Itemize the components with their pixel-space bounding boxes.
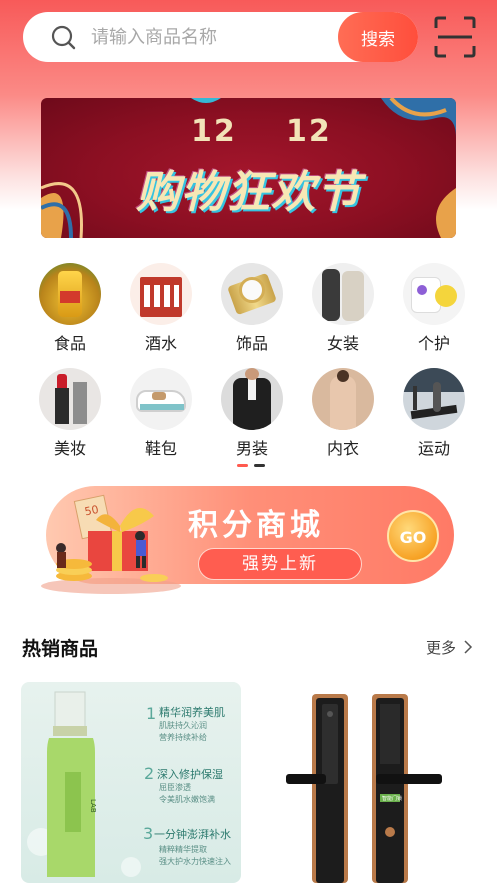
category-label: 运动 [417,439,450,458]
more-label: 更多 [426,639,457,657]
category-label: 酒水 [144,334,177,353]
category-shoes-bags[interactable]: 鞋包 [121,368,201,459]
product-card-smart-lock[interactable]: 智能门锁 [256,682,477,883]
product-line-sub: 精粹精华提取 [159,845,207,854]
category-label: 饰品 [235,334,268,353]
product-line-sub: 屈臣渗透 [159,783,191,792]
search-icon [51,25,76,50]
gift-box-illustration: 50 [41,494,181,594]
category-accessories[interactable]: 饰品 [212,263,292,354]
pager-dot-active[interactable] [237,464,248,467]
search-button[interactable]: 搜索 [338,12,418,62]
product-line-sub: 营养持续补给 [159,733,207,742]
product-line-sub: 强大护水力快速注入 [159,857,231,866]
category-liquor[interactable]: 酒水 [121,263,201,354]
womens-clothing-thumbnail [312,263,374,325]
product-line-number: 2 [144,764,155,783]
banner-number-left: 12 [191,114,237,149]
promo-banner[interactable]: 12 12 购物狂欢节 [41,98,456,238]
search-input[interactable] [91,12,331,62]
category-label: 女装 [326,334,359,353]
lock-badge: 智能门锁 [382,795,402,802]
product-line-title: 一分钟澎湃补水 [154,828,231,841]
points-mall-subtitle: 强势上新 [198,548,362,580]
go-button[interactable]: GO [387,510,439,562]
product-card-serum[interactable]: LAB 1 精华润养美肌 肌肤持久沁润 营养持续补给 2 深入修护保湿 屈臣渗透… [21,682,241,883]
banner-title: 购物狂欢节 [136,167,361,218]
product-line-sub: 令美肌水嫩饱满 [159,795,215,804]
hot-products-title: 热销商品 [22,638,99,660]
points-mall-banner[interactable]: 50 积分商城 强势上新 GO [40,486,454,596]
category-label: 食品 [53,334,86,353]
category-label: 内衣 [326,439,359,458]
category-label: 个护 [417,334,450,353]
shoes-thumbnail [130,368,192,430]
underwear-thumbnail [312,368,374,430]
category-underwear[interactable]: 内衣 [303,368,383,459]
scan-icon[interactable] [434,16,476,58]
pager-dot[interactable] [254,464,265,467]
category-personal-care[interactable]: 个护 [394,263,474,354]
mens-clothing-thumbnail [221,368,283,430]
lipstick-thumbnail [39,368,101,430]
liquor-thumbnail [130,263,192,325]
category-label: 美妆 [53,439,86,458]
more-link[interactable]: 更多 [426,637,473,658]
category-label: 男装 [235,439,268,458]
category-pager [237,464,265,467]
product-line-title: 精华润养美肌 [159,706,225,719]
product-line-number: 1 [146,704,157,723]
category-makeup[interactable]: 美妆 [30,368,110,459]
product-line-sub: 肌肤持久沁润 [159,721,207,730]
category-mens-clothing[interactable]: 男装 [212,368,292,459]
category-womens-clothing[interactable]: 女装 [303,263,383,354]
food-thumbnail [39,263,101,325]
category-food[interactable]: 食品 [30,263,110,354]
points-mall-title: 积分商城 [188,508,324,543]
category-label: 鞋包 [144,439,177,458]
product-line-title: 深入修护保湿 [157,768,223,781]
banner-number-right: 12 [286,114,332,149]
treadmill-thumbnail [403,368,465,430]
category-sports[interactable]: 运动 [394,368,474,459]
svg-text:LAB: LAB [89,799,97,813]
watch-thumbnail [221,263,283,325]
chevron-right-icon [464,640,472,654]
personal-care-thumbnail [403,263,465,325]
search-bar[interactable]: 搜索 [23,12,418,62]
product-line-number: 3 [143,824,154,843]
smart-lock-image: 智能门锁 [286,694,442,883]
